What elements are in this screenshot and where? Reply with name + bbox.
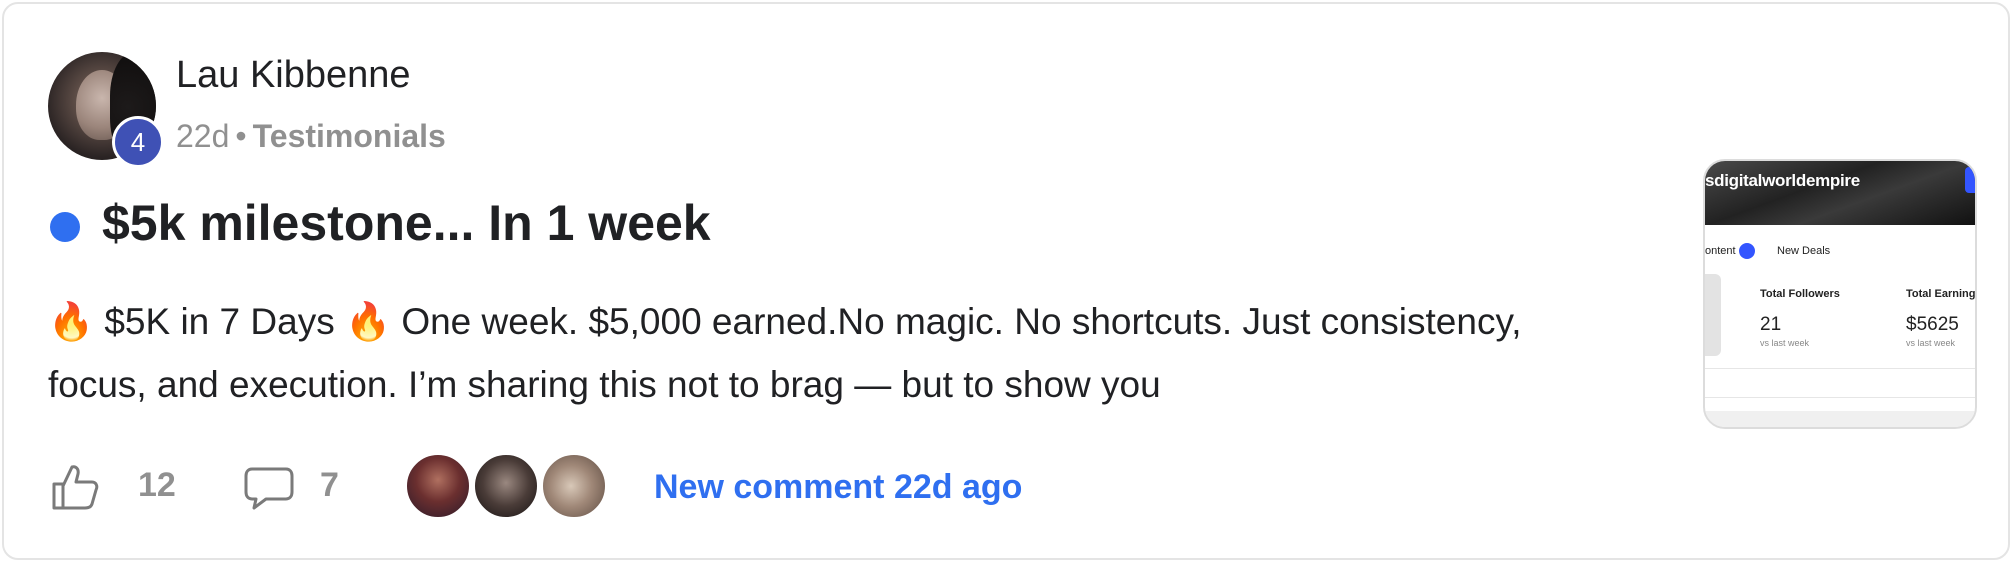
thumbnail-divider (1705, 397, 1975, 398)
unread-dot-icon (50, 212, 80, 242)
like-count: 12 (138, 466, 176, 504)
thumbnail-tab (1965, 167, 1975, 193)
post-body[interactable]: 🔥 $5K in 7 Days 🔥 One week. $5,000 earne… (48, 290, 1608, 416)
commenter-avatar[interactable] (472, 452, 540, 520)
post-title[interactable]: $5k milestone... In 1 week (102, 194, 711, 252)
thumbnail-stat-label: Total Earnings (1906, 288, 1977, 300)
post-time: 22d (176, 118, 230, 154)
meta-separator: • (235, 118, 247, 154)
post-meta: 22d • Testimonials (176, 118, 446, 155)
post-category[interactable]: Testimonials (253, 118, 446, 154)
thumbnail-stat-value: 21 (1760, 314, 1782, 335)
thumbnail-stat-sub: vs last week (1906, 338, 1956, 348)
thumbnail-banner: sdigitalworldempire (1705, 161, 1975, 225)
thumbnail-divider (1705, 368, 1975, 369)
post-thumbnail[interactable]: sdigitalworldempire ontent New Deals Tot… (1703, 159, 1977, 429)
thumbnail-nav-dot (1739, 243, 1755, 259)
new-comment-link[interactable]: New comment 22d ago (654, 468, 1022, 507)
level-badge: 4 (112, 116, 164, 168)
thumbs-up-icon[interactable] (50, 462, 100, 512)
post-card[interactable]: 4 Lau Kibbenne 22d • Testimonials $5k mile… (2, 2, 2010, 560)
thumbnail-stat-label: Total Followers (1760, 288, 1840, 300)
thumbnail-nav-left: ontent (1705, 245, 1736, 257)
thumbnail-handle: sdigitalworldempire (1705, 171, 1860, 190)
comment-count: 7 (320, 466, 339, 504)
commenter-avatar[interactable] (404, 452, 472, 520)
commenter-avatar[interactable] (540, 452, 608, 520)
author-name[interactable]: Lau Kibbenne (176, 54, 411, 97)
thumbnail-footer (1705, 411, 1975, 427)
thumbnail-stat-sub: vs last week (1760, 338, 1810, 348)
speech-bubble-icon[interactable] (244, 466, 294, 510)
thumbnail-nav-right: New Deals (1777, 245, 1831, 257)
thumbnail-stat-value: $5625 (1906, 314, 1959, 335)
thumbnail-side-panel (1705, 274, 1721, 356)
